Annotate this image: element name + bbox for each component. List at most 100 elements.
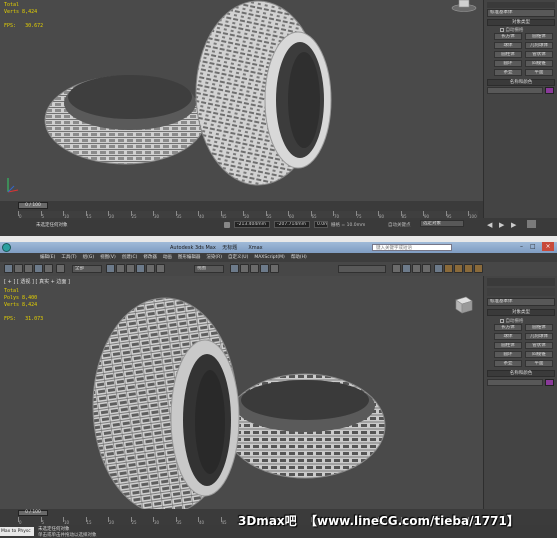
top-viewport[interactable]: Total Verts 8,424 FPS: 30.672 (0, 0, 483, 201)
bottom-primitive-button[interactable]: 球体 (494, 333, 522, 340)
percent-snap-icon[interactable] (260, 264, 269, 273)
pivot-icon[interactable] (230, 264, 239, 273)
material-editor-icon[interactable] (444, 264, 453, 273)
top-timeline[interactable]: 0 / 100 0 5 10 15 20 25 30 35 40 45 50 55 60 65 70 75 80… (0, 201, 483, 220)
move-icon[interactable] (136, 264, 145, 273)
checkbox-icon[interactable] (500, 318, 504, 323)
snap-icon[interactable] (240, 264, 249, 273)
rotate-icon[interactable] (146, 264, 155, 273)
menu-item[interactable]: 创建(C) (122, 255, 138, 260)
top-primitive-dropdown[interactable]: 标准基本体 (487, 9, 555, 17)
top-autokey-label[interactable]: 自动关键点 (388, 222, 411, 228)
bottom-name-field[interactable] (487, 379, 543, 386)
render-frame-icon[interactable] (474, 264, 483, 273)
top-color-swatch[interactable] (545, 87, 554, 94)
bottom-color-swatch[interactable] (545, 379, 554, 386)
menu-item[interactable]: MAXScript(M) (254, 255, 285, 260)
top-primitive-button[interactable]: 长方体 (494, 33, 522, 40)
select-icon[interactable] (56, 264, 65, 273)
bottom-section-object-type[interactable]: 对象类型 (487, 309, 555, 316)
select-by-name-icon[interactable] (106, 264, 115, 273)
tire-models[interactable] (0, 276, 483, 509)
bottom-primitive-dropdown[interactable]: 标准基本体 (487, 298, 555, 306)
spinner-snap-icon[interactable] (270, 264, 279, 273)
top-primitive-button[interactable]: 圆柱体 (494, 51, 522, 58)
top-primitive-button[interactable]: 几何球体 (525, 42, 553, 49)
menu-item[interactable]: 修改器 (143, 255, 157, 260)
redo-icon[interactable] (14, 264, 23, 273)
menu-item[interactable]: 组(G) (83, 255, 95, 260)
checkbox-icon[interactable] (500, 27, 504, 32)
top-coord-y[interactable]: -207.714mm (274, 221, 310, 228)
panel-tab-icons[interactable] (487, 278, 555, 286)
layer-icon[interactable] (412, 264, 421, 273)
curve-editor-icon[interactable] (422, 264, 431, 273)
top-playback-controls[interactable]: ◀ ▶ ▶ (483, 218, 557, 236)
top-coord-x[interactable]: -213.404mm (234, 221, 270, 228)
bottom-primitive-button[interactable]: 茶壶 (494, 360, 522, 367)
render-icon[interactable] (464, 264, 473, 273)
scale-icon[interactable] (156, 264, 165, 273)
align-icon[interactable] (402, 264, 411, 273)
app-logo-icon[interactable] (2, 243, 11, 252)
bottom-primitive-button[interactable]: 圆环 (494, 351, 522, 358)
top-primitive-button[interactable]: 圆锥体 (525, 33, 553, 40)
top-panel-tabs[interactable] (487, 2, 555, 8)
maxscript-listener[interactable]: Max to Physc (0, 527, 34, 536)
top-primitive-button[interactable]: 圆环 (494, 60, 522, 67)
top-name-field[interactable] (487, 87, 543, 94)
create-category-icons[interactable] (487, 288, 555, 296)
named-selection-dropdown[interactable] (338, 265, 386, 273)
bottom-primitive-button[interactable]: 管状体 (525, 342, 553, 349)
top-primitive-button[interactable]: 管状体 (525, 51, 553, 58)
bottom-primitive-button[interactable]: 长方体 (494, 324, 522, 331)
next-frame-icon[interactable]: ▶ (511, 221, 516, 229)
top-coord-z[interactable]: 0.0mm (314, 221, 328, 228)
bottom-section-name-color[interactable]: 名称和颜色 (487, 370, 555, 377)
minimize-icon[interactable]: – (520, 243, 523, 250)
top-selection-set[interactable]: 选定对象 (420, 220, 464, 227)
menu-item[interactable]: 图形编辑器 (178, 255, 201, 260)
menu-item[interactable]: 工具(T) (61, 255, 76, 260)
menu-item[interactable]: 自定义(U) (228, 255, 248, 260)
top-primitive-button[interactable]: 平面 (525, 69, 553, 76)
top-section-object-type[interactable]: 对象类型 (487, 19, 555, 26)
schematic-icon[interactable] (434, 264, 443, 273)
rect-select-icon[interactable] (116, 264, 125, 273)
window-crossing-icon[interactable] (126, 264, 135, 273)
bottom-primitive-button[interactable]: 圆锥体 (525, 324, 553, 331)
bottom-primitive-button[interactable]: 平面 (525, 360, 553, 367)
menu-item[interactable]: 动画 (163, 255, 172, 260)
prev-frame-icon[interactable]: ◀ (487, 221, 492, 229)
bottom-primitive-button[interactable]: 圆柱体 (494, 342, 522, 349)
top-section-name-color[interactable]: 名称和颜色 (487, 79, 555, 86)
bind-icon[interactable] (44, 264, 53, 273)
top-primitive-button[interactable]: 茶壶 (494, 69, 522, 76)
bottom-primitive-button[interactable]: 四棱锥 (525, 351, 553, 358)
maximize-icon[interactable]: □ (530, 243, 536, 250)
menu-item[interactable]: 渲染(R) (206, 255, 222, 260)
lock-selection-icon[interactable] (224, 222, 230, 228)
angle-snap-icon[interactable] (250, 264, 259, 273)
menu-item[interactable]: 视图(V) (100, 255, 116, 260)
play-icon[interactable]: ▶ (499, 221, 504, 229)
menu-item[interactable]: 编辑(E) (40, 255, 55, 260)
top-primitive-button[interactable]: 球体 (494, 42, 522, 49)
close-icon[interactable]: × (542, 242, 554, 251)
key-icon[interactable] (527, 220, 536, 228)
link-icon[interactable] (24, 264, 33, 273)
bottom-primitive-button[interactable]: 几何球体 (525, 333, 553, 340)
bottom-viewport[interactable]: [ + ] [ 透视 ] [ 真实 + 边面 ] Total Polys 8,4… (0, 276, 483, 509)
top-primitive-button[interactable]: 四棱锥 (525, 60, 553, 67)
mirror-icon[interactable] (392, 264, 401, 273)
search-field[interactable]: 键入关键字或短语 (372, 244, 452, 251)
unlink-icon[interactable] (34, 264, 43, 273)
selection-filter-dropdown[interactable]: 全部 (72, 265, 102, 273)
menu-item[interactable]: 帮助(H) (291, 255, 307, 260)
undo-icon[interactable] (4, 264, 13, 273)
tire-models[interactable] (0, 0, 483, 201)
bottom-time-slider[interactable]: 0 / 100 (18, 510, 48, 516)
render-setup-icon[interactable] (454, 264, 463, 273)
top-time-slider[interactable]: 0 / 100 (18, 202, 48, 209)
reference-coord-dropdown[interactable]: 视图 (194, 265, 224, 273)
